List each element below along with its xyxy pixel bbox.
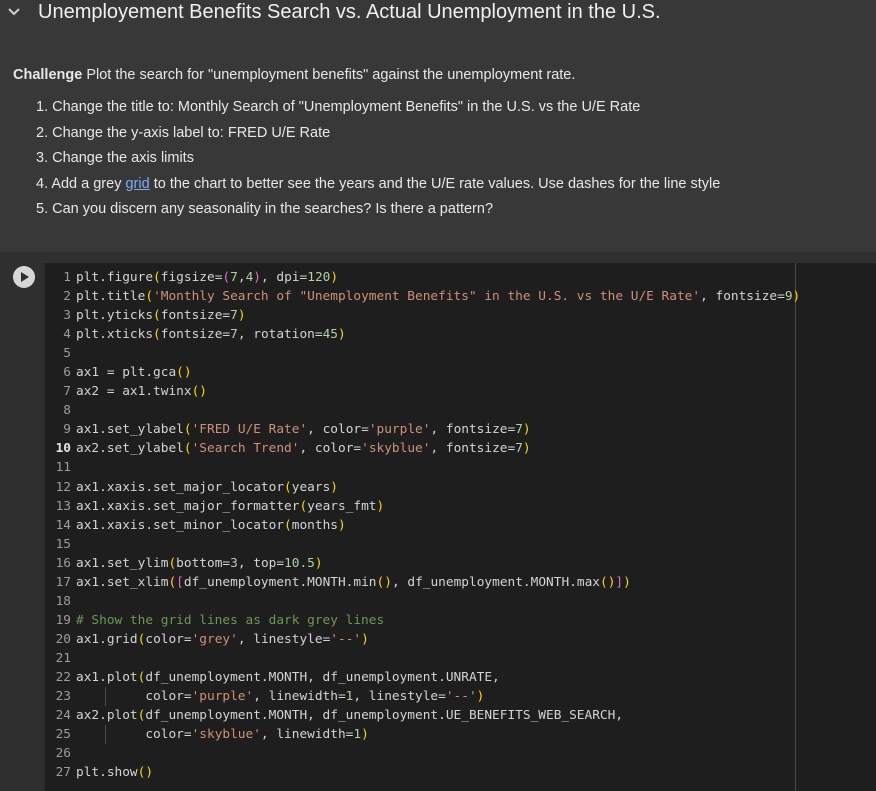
code-line[interactable]: 12 ax1.xaxis.set_major_locator(years) xyxy=(45,478,800,497)
line-number: 12 xyxy=(55,479,71,495)
code-text: ax1.grid(color='grey', linestyle='--') xyxy=(76,631,369,647)
indent-guide xyxy=(105,725,106,745)
code-text: ax1.set_ylabel('FRED U/E Rate', color='p… xyxy=(76,422,531,438)
task-item: 2. Change the y-axis label to: FRED U/E … xyxy=(36,124,331,141)
line-number: 15 xyxy=(55,536,71,552)
code-text: plt.show() xyxy=(76,765,154,781)
code-line[interactable]: 13 ax1.xaxis.set_major_formatter(years_fm… xyxy=(45,497,800,516)
task-item-text: 4. Add a grey xyxy=(36,175,126,192)
task-item: 1. Change the title to: Monthly Search o… xyxy=(36,99,641,115)
code-text: ax1.set_xlim([df_unemployment.MONTH.min(… xyxy=(76,574,631,590)
line-number: 13 xyxy=(55,498,71,514)
line-number: 3 xyxy=(63,308,71,324)
code-text: ax1.xaxis.set_major_locator(years) xyxy=(76,479,338,495)
code-text: ax1.plot(df_unemployment.MONTH, df_unemp… xyxy=(76,669,500,685)
code-line[interactable]: 9 ax1.set_ylabel('FRED U/E Rate', color='… xyxy=(45,420,800,439)
code-line[interactable]: 11 xyxy=(45,458,800,477)
line-number: 17 xyxy=(55,574,71,590)
line-number: 8 xyxy=(63,403,71,419)
task-list: 1. Change the title to: Monthly Search o… xyxy=(36,95,720,223)
task-item: 3. Change the axis limits xyxy=(36,150,194,167)
code-text: ax2 = ax1.twinx() xyxy=(76,384,208,400)
line-number: 16 xyxy=(55,555,71,571)
code-text: color='skyblue', linewidth=1) xyxy=(76,727,369,743)
line-number: 23 xyxy=(55,689,71,705)
line-number: 9 xyxy=(63,422,71,438)
code-line[interactable]: 20 ax1.grid(color='grey', linestyle='--') xyxy=(45,630,800,649)
line-number: 2 xyxy=(63,289,71,305)
code-text: plt.yticks(fontsize=7) xyxy=(76,308,246,324)
line-number: 5 xyxy=(63,346,71,362)
indent-guide xyxy=(105,687,106,707)
code-line[interactable]: 15 xyxy=(45,535,800,554)
code-text: ax1.xaxis.set_major_formatter(years_fmt) xyxy=(76,498,385,514)
code-line[interactable]: 17 ax1.set_xlim([df_unemployment.MONTH.mi… xyxy=(45,573,800,592)
code-line[interactable]: 23 color='purple', linewidth=1, linestyl… xyxy=(45,687,800,707)
chevron-down-icon[interactable] xyxy=(7,5,21,19)
code-line[interactable]: 24 ax2.plot(df_unemployment.MONTH, df_une… xyxy=(45,706,800,725)
code-text: ax1.xaxis.set_minor_locator(months) xyxy=(76,517,346,533)
line-number: 18 xyxy=(55,593,71,609)
line-number: 6 xyxy=(63,365,71,381)
code-text: plt.title('Monthly Search of "Unemployme… xyxy=(76,289,801,305)
section-header: Unemployement Benefits Search vs. Actual… xyxy=(0,0,876,30)
code-line[interactable]: 27 plt.show() xyxy=(45,763,800,782)
code-line[interactable]: 10 ax2.set_ylabel('Search Trend', color='… xyxy=(45,439,800,458)
line-number: 14 xyxy=(55,517,71,533)
code-line[interactable]: 2 plt.title('Monthly Search of "Unemploym… xyxy=(45,287,800,306)
code-line[interactable]: 18 xyxy=(45,592,800,611)
task-item: 5. Can you discern any seasonality in th… xyxy=(36,201,494,218)
task-item-text-rest: to the chart to better see the years and… xyxy=(149,175,721,192)
section-title: Unemployement Benefits Search vs. Actual… xyxy=(38,1,661,23)
line-number: 10 xyxy=(55,441,71,457)
challenge-label: Challenge xyxy=(13,67,83,83)
challenge-text: Plot the search for "unemployment benefi… xyxy=(82,67,576,83)
run-cell-button[interactable] xyxy=(13,266,35,288)
line-number: 24 xyxy=(55,708,71,724)
code-text: # Show the grid lines as dark grey lines xyxy=(76,612,385,628)
line-number: 4 xyxy=(63,327,71,343)
code-line[interactable]: 22 ax1.plot(df_unemployment.MONTH, df_une… xyxy=(45,668,800,687)
code-text: ax1 = plt.gca() xyxy=(76,365,192,381)
line-number: 19 xyxy=(55,612,71,628)
code-line[interactable]: 7 ax2 = ax1.twinx() xyxy=(45,382,800,401)
code-text: color='purple', linewidth=1, linestyle='… xyxy=(76,689,485,705)
code-text: ax1.set_ylim(bottom=3, top=10.5) xyxy=(76,555,323,571)
code-line[interactable]: 19 # Show the grid lines as dark grey lin… xyxy=(45,611,800,630)
code-line[interactable]: 6 ax1 = plt.gca() xyxy=(45,363,800,382)
code-line[interactable]: 3 plt.yticks(fontsize=7) xyxy=(45,306,800,325)
line-number: 26 xyxy=(55,746,71,762)
line-number: 7 xyxy=(63,384,71,400)
code-line[interactable]: 14 ax1.xaxis.set_minor_locator(months) xyxy=(45,516,800,535)
line-number: 25 xyxy=(55,727,71,743)
code-line[interactable]: 25 color='skyblue', linewidth=1) xyxy=(45,725,800,745)
line-number: 1 xyxy=(63,270,71,285)
line-number: 22 xyxy=(55,669,71,685)
line-number: 11 xyxy=(55,460,71,476)
code-line[interactable]: 26 xyxy=(45,744,800,763)
code-text: plt.figure(figsize=(7,4), dpi=120) xyxy=(76,270,339,285)
code-line[interactable]: 8 xyxy=(45,401,800,420)
code-line[interactable]: 1 plt.figure(figsize=(7,4), dpi=120) xyxy=(45,268,800,287)
code-lines: 1 plt.figure(figsize=(7,4), dpi=120) 2 plt.… xyxy=(45,268,801,782)
code-text: ax2.set_ylabel('Search Trend', color='sk… xyxy=(76,441,531,457)
code-line[interactable]: 21 xyxy=(45,649,800,668)
grid-link[interactable]: grid xyxy=(125,176,149,192)
code-text: plt.xticks(fontsize=7, rotation=45) xyxy=(76,327,346,343)
code-line[interactable]: 5 xyxy=(45,344,800,363)
line-number: 27 xyxy=(55,765,71,781)
challenge-paragraph: Challenge Plot the search for "unemploym… xyxy=(13,67,575,83)
code-cell: 1 plt.figure(figsize=(7,4), dpi=120) 2 plt.… xyxy=(0,252,876,791)
task-item: 4. Add a grey grid to the chart to bette… xyxy=(36,172,720,198)
line-number: 21 xyxy=(55,650,71,666)
code-text: ax2.plot(df_unemployment.MONTH, df_unemp… xyxy=(76,708,624,724)
code-editor[interactable]: 1 plt.figure(figsize=(7,4), dpi=120) 2 plt.… xyxy=(44,263,876,791)
line-number: 20 xyxy=(55,631,71,647)
code-line[interactable]: 16 ax1.set_ylim(bottom=3, top=10.5) xyxy=(45,554,800,573)
code-line[interactable]: 4 plt.xticks(fontsize=7, rotation=45) xyxy=(45,325,800,344)
